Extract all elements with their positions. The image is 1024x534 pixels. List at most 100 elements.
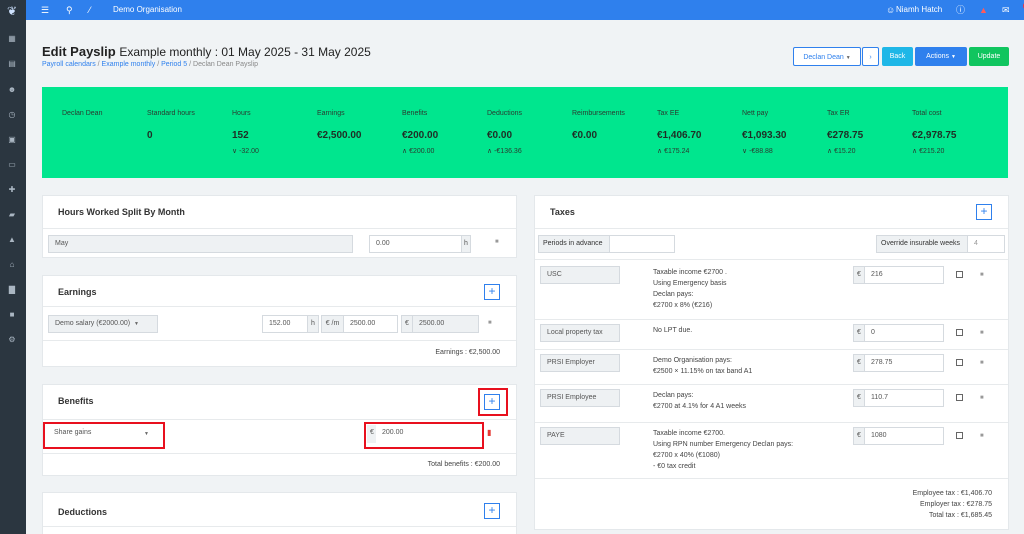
breadcrumb: Payroll calendars / Example monthly / Pe… (42, 61, 258, 68)
user-icon: ☺ (886, 5, 896, 15)
earning-hours-input[interactable]: 152.00 (262, 315, 308, 333)
tax-amount-input[interactable]: 1080 (864, 427, 944, 445)
breadcrumb-period[interactable]: Period 5 (161, 61, 187, 68)
alert-icon[interactable]: ▲ (979, 4, 988, 16)
tax-note-line: Taxable income €2700. (653, 430, 725, 437)
divider (535, 319, 1008, 320)
earning-select[interactable]: Demo salary (€2000.00) ▼ (48, 315, 158, 333)
breadcrumb-current: Declan Dean Payslip (193, 61, 258, 68)
breadcrumb-payroll-calendars[interactable]: Payroll calendars (42, 61, 96, 68)
tax-name-field: PAYE (540, 427, 620, 445)
tax-note-line: No LPT due. (653, 327, 693, 334)
tax-amount-input[interactable]: 278.75 (864, 354, 944, 372)
summary-change-value: -32.00 (239, 148, 259, 155)
trash-icon[interactable]: ▮ (487, 428, 491, 437)
chevron-down-icon: ▼ (845, 55, 851, 61)
summary-label: Benefits (402, 110, 428, 117)
divider (535, 228, 1008, 229)
month-field: May (48, 235, 353, 253)
tax-amount-input[interactable]: 110.7 (864, 389, 944, 407)
document-icon[interactable]: ■ (5, 309, 19, 321)
deductions-card-title: Deductions (58, 507, 108, 517)
divider (535, 422, 1008, 423)
bank-icon[interactable]: ⌂ (5, 259, 19, 271)
tax-notes: Demo Organisation pays: €2500 × 11.15% on… (653, 355, 752, 377)
medical-icon[interactable]: ✚ (5, 184, 19, 196)
earning-rate-unit: € /m (321, 315, 344, 333)
employee-select[interactable]: Declan Dean ▼ (793, 47, 861, 66)
tax-notes: No LPT due. (653, 325, 692, 336)
tax-override-checkbox[interactable] (956, 329, 963, 336)
chart-icon[interactable]: ▇ (5, 284, 19, 296)
sidebar: ❦ ▦ ▤ ☻ ◷ ▣ ▭ ✚ ▰ ▲ ⌂ ▇ ■ ⚙ (0, 0, 26, 534)
tax-override-checkbox[interactable] (956, 271, 963, 278)
lock-icon[interactable]: ■ (980, 360, 984, 366)
tax-amount-input[interactable]: 216 (864, 266, 944, 284)
summary-value: €278.75 (827, 130, 864, 141)
add-earning-button[interactable]: + (484, 284, 500, 300)
add-tax-button[interactable]: + (976, 204, 992, 220)
payments-icon[interactable]: ▭ (5, 159, 19, 171)
search-icon[interactable]: ⚲ (66, 4, 73, 16)
breadcrumb-example-monthly[interactable]: Example monthly (102, 61, 156, 68)
divider (535, 384, 1008, 385)
periods-in-advance-label: Periods in advance (538, 235, 610, 253)
highlight-box (478, 388, 508, 416)
tax-note-line: €2500 × 11.15% on tax band A1 (653, 368, 753, 375)
tax-note-line: Declan pays: (653, 291, 694, 298)
tax-note-line: €2700 x 40% (€1080) (653, 452, 720, 459)
magic-wand-icon[interactable]: ⁄ (89, 4, 91, 16)
lock-icon[interactable]: ■ (495, 239, 499, 245)
next-employee-button[interactable]: › (862, 47, 879, 66)
lock-icon[interactable]: ■ (980, 272, 984, 278)
menu-icon[interactable]: ☰ (41, 4, 49, 16)
summary-value: €0.00 (572, 130, 598, 141)
summary-change-value: -€136.36 (494, 148, 522, 155)
clock-icon[interactable]: ◷ (5, 109, 19, 121)
tax-amount-input[interactable]: 0 (864, 324, 944, 342)
reports-icon[interactable]: ▤ (5, 58, 19, 70)
summary-value: €1,406.70 (657, 130, 702, 141)
update-button[interactable]: Update (969, 47, 1009, 66)
chevron-down-icon: ▼ (950, 54, 956, 60)
summary-change-value: €200.00 (409, 148, 435, 155)
periods-in-advance-input[interactable] (609, 235, 675, 253)
tax-override-checkbox[interactable] (956, 432, 963, 439)
lock-icon[interactable]: ■ (980, 433, 984, 439)
divider (535, 259, 1008, 260)
lock-icon[interactable]: ■ (980, 395, 984, 401)
briefcase-icon[interactable]: ▣ (5, 134, 19, 146)
car-icon[interactable]: ▰ (5, 209, 19, 221)
summary-change: ∧ €175.24 (657, 147, 689, 155)
add-deduction-button[interactable]: + (484, 503, 500, 519)
tax-note-line: €2700 at 4.1% for 4 A1 weeks (653, 403, 747, 410)
summary-label: Deductions (487, 110, 523, 117)
mail-icon[interactable]: ✉ (1002, 4, 1010, 16)
divider (43, 419, 516, 420)
summary-change: ∨ -€88.88 (742, 147, 773, 155)
divider (43, 340, 516, 341)
user-name[interactable]: Niamh Hatch (896, 5, 942, 14)
tax-override-checkbox[interactable] (956, 394, 963, 401)
actions-button[interactable]: Actions ▼ (915, 47, 967, 66)
hours-input[interactable]: 0.00 (369, 235, 462, 253)
summary-label: Reimbursements (572, 110, 625, 117)
organisation-name[interactable]: Demo Organisation (113, 5, 182, 14)
lock-icon[interactable]: ■ (488, 320, 492, 326)
override-weeks-input[interactable]: 4 (967, 235, 1005, 253)
summary-label: Earnings (317, 110, 345, 117)
settings-icon[interactable]: ⚙ (5, 334, 19, 346)
earning-rate-input[interactable]: 2500.00 (343, 315, 398, 333)
employees-icon[interactable]: ☻ (5, 84, 19, 96)
lock-icon[interactable]: ■ (980, 330, 984, 336)
help-icon[interactable]: ⓘ (956, 4, 965, 16)
summary-label: Declan Dean (62, 110, 103, 117)
back-button[interactable]: Back (882, 47, 913, 66)
tax-name-field: Local property tax (540, 324, 620, 342)
bell-icon[interactable]: ▲ (5, 234, 19, 246)
page-subtitle: Example monthly : 01 May 2025 - 31 May 2… (119, 45, 371, 59)
dashboard-icon[interactable]: ▦ (5, 33, 19, 45)
app-logo-icon[interactable]: ❦ (4, 3, 20, 19)
tax-override-checkbox[interactable] (956, 359, 963, 366)
summary-value: 0 (147, 130, 153, 141)
